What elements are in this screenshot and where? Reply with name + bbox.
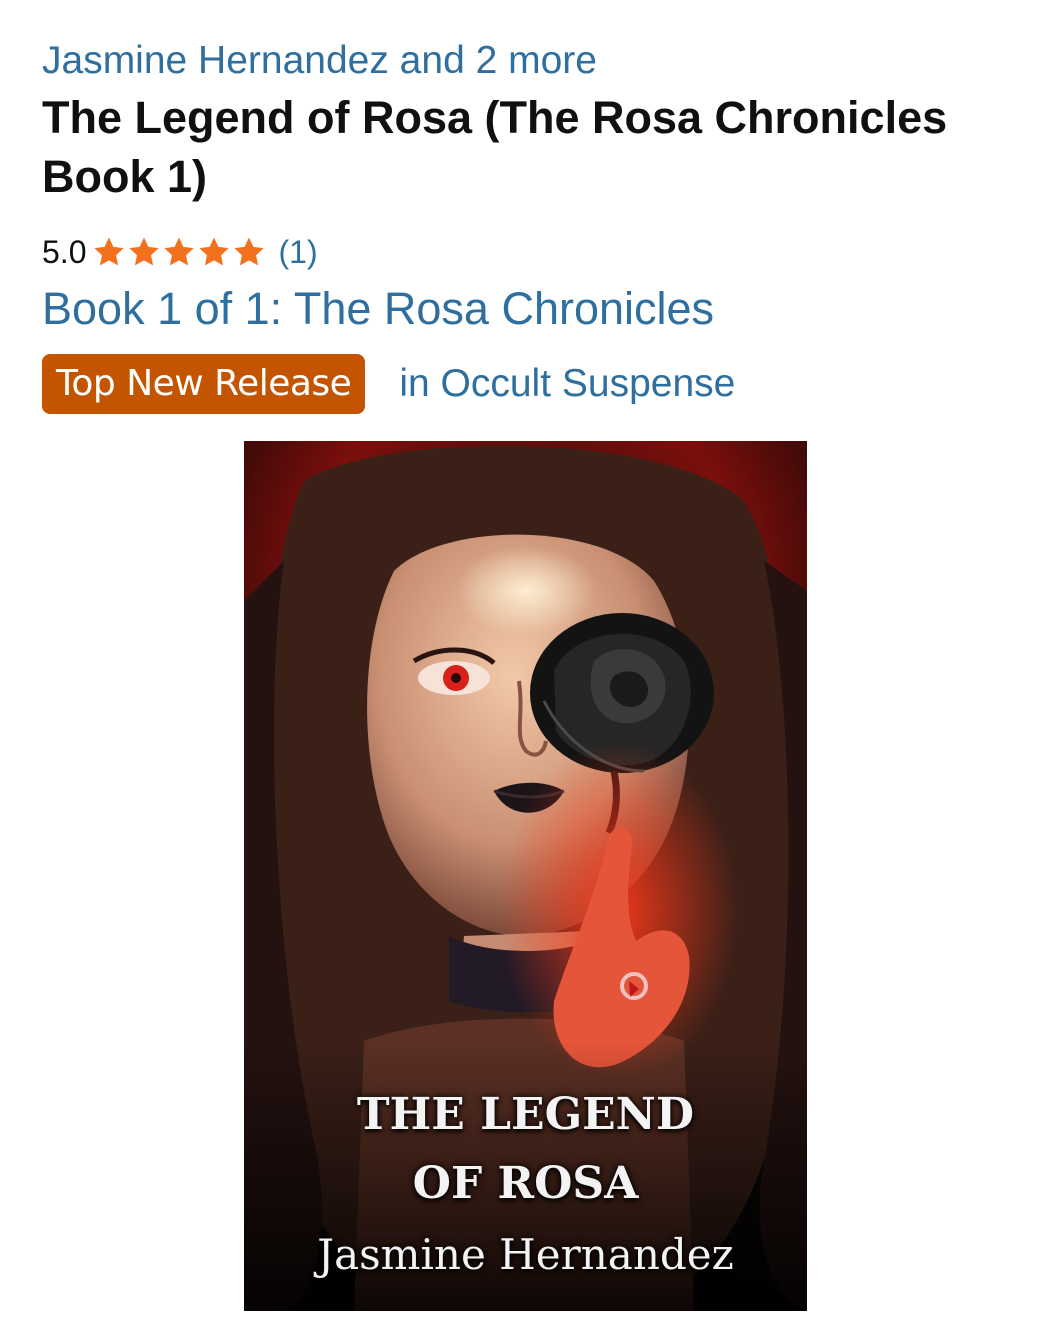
badge-category-link[interactable]: in Occult Suspense: [399, 362, 735, 406]
cover-title-line-1: THE LEGEND: [356, 1089, 695, 1140]
rating-value: 5.0: [42, 233, 87, 270]
star-icon: [234, 237, 265, 266]
star-icon: [129, 237, 160, 266]
series-link[interactable]: Book 1 of 1: The Rosa Chronicles: [42, 282, 714, 336]
star-icon: [199, 237, 230, 266]
rating-count-link[interactable]: (1): [278, 234, 317, 271]
star-icon: [94, 237, 125, 266]
top-new-release-badge[interactable]: Top New Release: [42, 354, 366, 414]
cover-title-line-2: OF ROSA: [412, 1158, 639, 1209]
author-link[interactable]: Jasmine Hernandez and 2 more: [42, 38, 597, 84]
book-title: The Legend of Rosa (The Rosa Chronicles …: [42, 92, 948, 202]
cover-author-name: Jasmine Hernandez: [317, 1230, 734, 1279]
book-cover-image[interactable]: THE LEGEND OF ROSA Jasmine Hernandez: [244, 441, 807, 1311]
bestseller-badge-row[interactable]: Top New Release in Occult Suspense: [42, 354, 735, 414]
star-rating[interactable]: [92, 235, 266, 269]
rating-row[interactable]: 5.0 (1): [42, 230, 318, 274]
star-icon: [164, 237, 195, 266]
